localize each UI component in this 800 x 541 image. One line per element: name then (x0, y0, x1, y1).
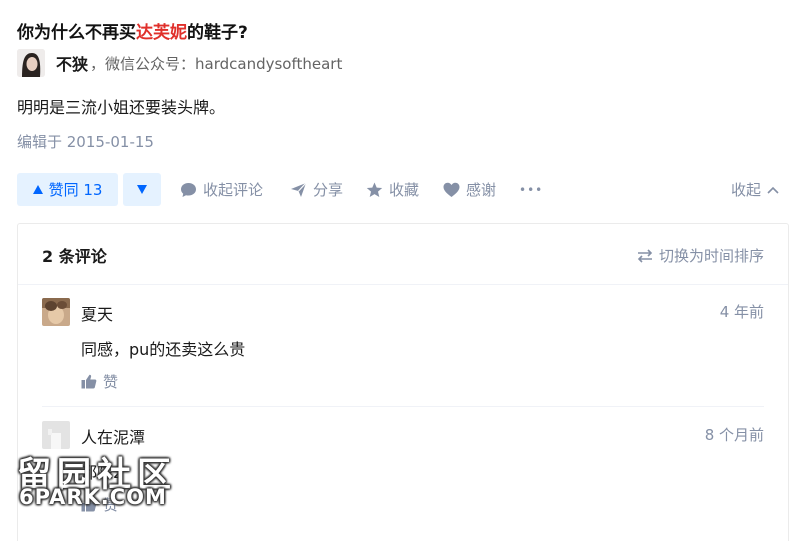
question-title-prefix: 你为什么不再买 (17, 23, 136, 43)
comments-panel: 2 条评论 切换为时间排序 夏天 4 年前 同感，pu的还卖这么贵 赞 人在泥潭… (17, 223, 789, 541)
thanks-label: 感谢 (466, 181, 497, 199)
question-title-highlight: 达芙妮 (136, 23, 187, 43)
favorite-label: 收藏 (389, 181, 420, 199)
commenter-avatar[interactable] (42, 298, 70, 326)
sort-toggle-button[interactable]: 切换为时间排序 (637, 245, 764, 266)
edit-date[interactable]: 编辑于 2015-01-15 (17, 131, 154, 152)
answer-action-bar: 赞同 13 收起评论 分享 收藏 感谢 ••• 收起 (17, 173, 783, 206)
comment-item: 人在泥潭 8 个月前 都陈2 赞 (42, 421, 764, 521)
comment-time: 4 年前 (719, 303, 764, 321)
commenter-name[interactable]: 人在泥潭 (81, 424, 145, 448)
vote-down-button[interactable] (123, 173, 161, 206)
comment-divider (42, 406, 764, 407)
comment-bubble-icon (181, 182, 196, 197)
comment-like-button[interactable]: 赞 (81, 494, 118, 515)
thumbs-up-icon (81, 374, 97, 389)
comment-like-button[interactable]: 赞 (81, 371, 118, 392)
answer-content: 明明是三流小姐还要装头牌。 (17, 98, 226, 117)
author-bio: ，微信公众号：hardcandysoftheart (90, 54, 343, 73)
more-options-icon: ••• (519, 182, 544, 197)
share-label: 分享 (313, 181, 344, 199)
comment-like-label: 赞 (103, 496, 119, 514)
vote-up-label: 赞同 13 (48, 181, 103, 199)
more-options-button[interactable]: ••• (519, 173, 543, 206)
collapse-comments-label: 收起评论 (203, 181, 264, 199)
triangle-up-icon (32, 185, 43, 194)
collapse-answer-label: 收起 (730, 181, 761, 199)
question-title[interactable]: 你为什么不再买达芙妮的鞋子? (17, 18, 248, 43)
collapse-answer-button[interactable]: 收起 (731, 173, 779, 206)
comment-text: 同感，pu的还卖这么贵 (81, 340, 246, 359)
comment-text: 都陈2 (81, 463, 124, 482)
comments-count: 2 条评论 (42, 247, 107, 266)
comment-like-label: 赞 (103, 373, 119, 391)
chevron-up-icon (767, 186, 779, 194)
vote-up-button[interactable]: 赞同 13 (17, 173, 118, 206)
author-avatar[interactable] (17, 49, 45, 77)
answer-author: 不狭 ，微信公众号：hardcandysoftheart (17, 48, 342, 78)
heart-icon (443, 182, 460, 197)
star-icon (366, 182, 383, 197)
commenter-avatar[interactable] (42, 421, 70, 449)
share-button[interactable]: 分享 (290, 173, 343, 206)
thumbs-up-icon (81, 497, 97, 512)
comment-item: 夏天 4 年前 同感，pu的还卖这么贵 赞 (42, 298, 764, 398)
commenter-name[interactable]: 夏天 (81, 301, 113, 325)
author-name[interactable]: 不狭 (56, 51, 88, 75)
thanks-button[interactable]: 感谢 (443, 173, 496, 206)
swap-arrows-icon (637, 248, 653, 263)
comment-time: 8 个月前 (704, 426, 764, 444)
favorite-button[interactable]: 收藏 (366, 173, 419, 206)
collapse-comments-button[interactable]: 收起评论 (180, 173, 263, 206)
sort-toggle-label: 切换为时间排序 (658, 247, 764, 265)
comments-header: 2 条评论 切换为时间排序 (18, 224, 788, 285)
triangle-down-icon (137, 185, 147, 194)
paper-plane-icon (291, 182, 307, 197)
question-title-suffix: 的鞋子? (187, 23, 248, 43)
